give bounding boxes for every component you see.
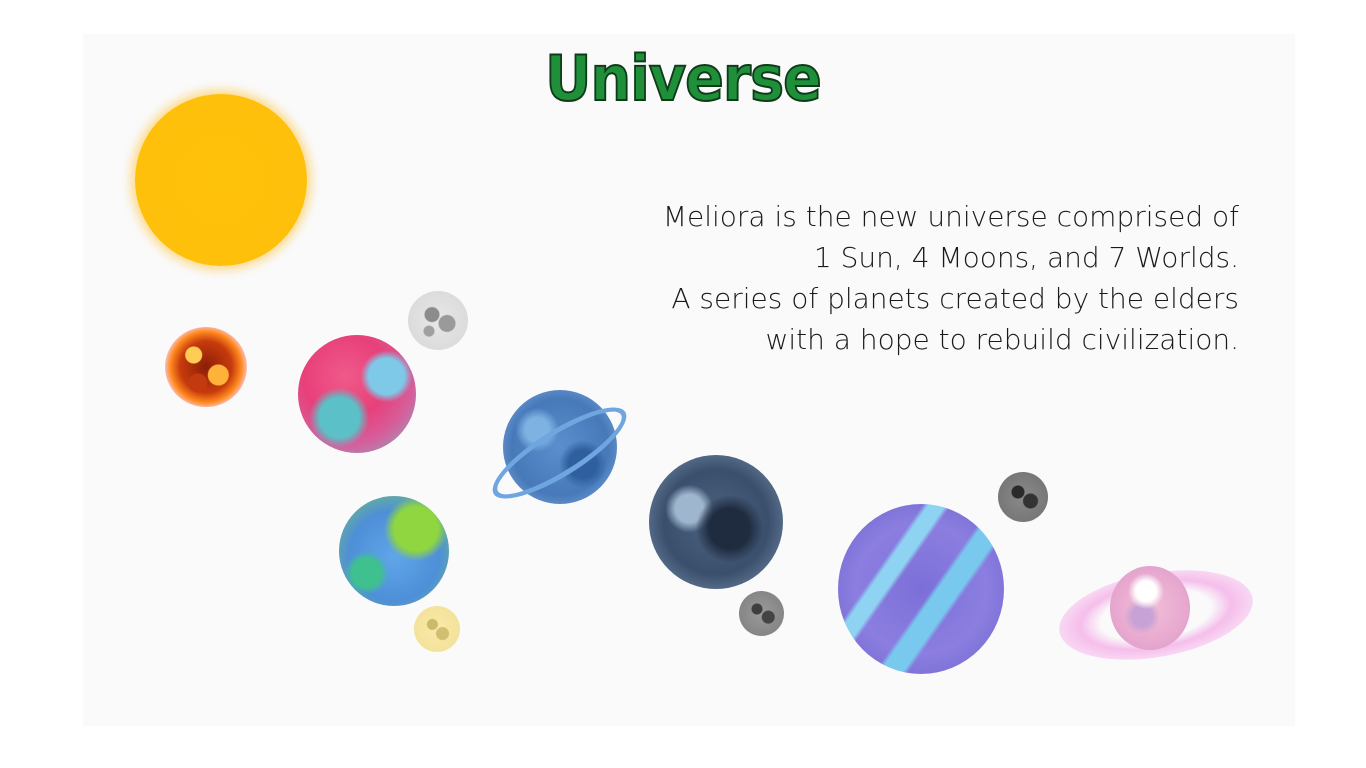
description-line: with a hope to rebuild civilization. <box>765 323 1240 356</box>
gray-moon-illustration <box>408 291 468 350</box>
sun-illustration <box>135 94 307 266</box>
purple-planet-illustration <box>838 504 1004 674</box>
fire-planet-illustration <box>165 327 247 407</box>
slide-description: Meliora is the new universe comprised of… <box>619 196 1239 360</box>
ringed-pink-planet-illustration <box>1110 566 1190 650</box>
description-line: 1 Sun, 4 Moons, and 7 Worlds. <box>813 241 1239 274</box>
green-planet-illustration <box>339 496 449 606</box>
description-line: Meliora is the new universe comprised of <box>662 200 1239 233</box>
pink-planet-illustration <box>298 335 416 453</box>
yellow-moon-illustration <box>414 606 460 652</box>
description-line: A series of planets created by the elder… <box>671 282 1239 315</box>
slide-title: Universe <box>544 42 823 115</box>
charcoal-moon-illustration <box>998 472 1048 522</box>
dark-blue-planet-illustration <box>649 455 783 589</box>
dark-gray-moon-illustration <box>739 591 784 636</box>
